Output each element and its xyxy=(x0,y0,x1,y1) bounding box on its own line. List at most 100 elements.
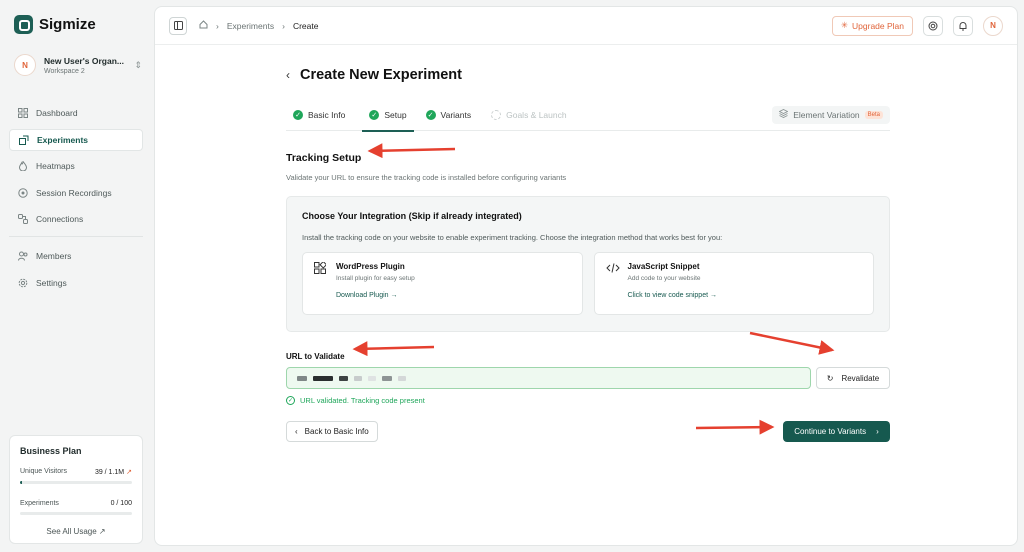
trend-up-icon: ↗ xyxy=(126,469,132,476)
check-circle-icon: ✓ xyxy=(369,109,380,120)
sidebar-item-label: Experiments xyxy=(37,134,89,145)
download-plugin-link[interactable]: Download Plugin → xyxy=(336,292,415,299)
url-input[interactable] xyxy=(286,367,811,389)
page-title: Create New Experiment xyxy=(300,67,462,83)
continue-to-variants-button[interactable]: Continue to Variants › xyxy=(783,421,890,442)
revalidate-label: Revalidate xyxy=(841,373,880,383)
card-title: WordPress Plugin xyxy=(336,262,405,271)
notifications-button[interactable] xyxy=(953,15,973,36)
experiments-usage-value: 0 / 100 xyxy=(110,500,132,507)
content: ‹ Create New Experiment ✓ Basic Info ✓ S… xyxy=(286,59,890,442)
user-avatar[interactable]: N xyxy=(983,15,1003,36)
element-variation-label: Element Variation xyxy=(793,109,860,120)
experiments-icon xyxy=(19,135,29,145)
wizard-tabs: ✓ Basic Info ✓ Setup ✓ Variants ✓ Goals … xyxy=(286,99,890,132)
see-all-usage-link[interactable]: See All Usage ↗ xyxy=(20,527,132,536)
sparkle-icon: ✳ xyxy=(840,20,849,30)
back-to-basic-info-button[interactable]: ‹ Back to Basic Info xyxy=(286,421,378,442)
sidebar-item-label: Heatmaps xyxy=(36,161,75,171)
check-circle-icon: ✓ xyxy=(425,109,436,120)
pending-circle-icon: ✓ xyxy=(491,109,502,120)
org-workspace: Workspace 2 xyxy=(44,67,85,75)
layers-icon xyxy=(778,109,789,120)
tab-label: Setup xyxy=(384,109,407,120)
gear-icon xyxy=(18,278,28,288)
tab-variants[interactable]: ✓ Variants xyxy=(419,99,479,131)
tracking-setup-title: Tracking Setup xyxy=(286,152,362,164)
sidebar-item-dashboard[interactable]: Dashboard xyxy=(9,102,143,124)
sidebar-item-label: Connections xyxy=(36,214,84,224)
sidebar-item-members[interactable]: Members xyxy=(9,245,143,267)
breadcrumb-separator: › xyxy=(282,20,285,31)
tab-goals-launch[interactable]: ✓ Goals & Launch xyxy=(484,99,573,131)
back-label: Back to Basic Info xyxy=(304,427,369,436)
breadcrumb-experiments[interactable]: Experiments xyxy=(227,21,274,31)
tab-basic-info[interactable]: ✓ Basic Info xyxy=(286,99,352,131)
code-icon xyxy=(605,262,620,305)
sidebar-item-session-recordings[interactable]: Session Recordings xyxy=(9,182,143,204)
logo-icon xyxy=(14,15,33,34)
dashboard-icon xyxy=(18,108,28,118)
sidebar-item-experiments[interactable]: Experiments xyxy=(9,128,143,151)
revalidate-button[interactable]: ↻ Revalidate xyxy=(816,367,890,389)
redacted-text xyxy=(297,375,307,381)
app-name: Sigmize xyxy=(39,16,96,33)
record-icon xyxy=(18,187,28,198)
view-code-snippet-link[interactable]: Click to view code snippet → xyxy=(628,292,717,299)
bell-icon xyxy=(959,21,967,30)
plan-usage-card: Business Plan Unique Visitors 39 / 1.1M ↗… xyxy=(9,435,143,544)
experiments-progress xyxy=(20,512,132,515)
validation-status: ✓ URL validated. Tracking code present xyxy=(286,396,425,405)
chevron-updown-icon: ⇕ xyxy=(134,59,142,70)
tab-setup[interactable]: ✓ Setup xyxy=(362,99,414,132)
redacted-text xyxy=(339,375,348,381)
lifebuoy-icon xyxy=(928,21,938,30)
javascript-snippet-card[interactable]: JavaScript Snippet Add code to your webs… xyxy=(593,252,874,315)
visitors-label: Unique Visitors xyxy=(20,468,67,475)
upgrade-label: Upgrade Plan xyxy=(852,20,904,31)
element-variation-button[interactable]: Element Variation Beta xyxy=(772,105,890,124)
card-description: Add code to your website xyxy=(627,275,701,282)
org-name: New User's Organ... xyxy=(44,55,124,66)
tab-label: Basic Info xyxy=(308,109,346,120)
breadcrumb: › Experiments › Create xyxy=(199,20,318,31)
check-circle-icon: ✓ xyxy=(293,109,303,120)
refresh-icon: ↻ xyxy=(826,373,834,383)
sidebar-toggle-icon xyxy=(173,21,183,30)
chevron-right-icon: › xyxy=(876,427,879,436)
wordpress-plugin-card[interactable]: WordPress Plugin Install plugin for easy… xyxy=(302,252,583,315)
sidebar-item-settings[interactable]: Settings xyxy=(9,272,143,294)
help-button[interactable] xyxy=(923,15,943,36)
sidebar-item-label: Dashboard xyxy=(36,108,78,118)
top-bar: › Experiments › Create ✳ Upgrade Plan N xyxy=(155,7,1017,45)
toggle-sidebar-button[interactable] xyxy=(169,16,187,35)
tab-label: Goals & Launch xyxy=(506,109,567,120)
sidebar-item-connections[interactable]: Connections xyxy=(9,208,143,230)
integration-title: Choose Your Integration (Skip if already… xyxy=(302,211,522,221)
sidebar-item-label: Members xyxy=(36,251,72,261)
redacted-text xyxy=(354,375,362,381)
redacted-text xyxy=(382,375,392,381)
back-chevron-icon[interactable]: ‹ xyxy=(286,68,290,82)
sidebar-nav: Dashboard Experiments Heatmaps Session R… xyxy=(9,102,143,298)
visitors-progress xyxy=(20,481,132,484)
beta-badge: Beta xyxy=(864,110,883,119)
org-switcher[interactable]: N New User's Organ... Workspace 2 ⇕ xyxy=(14,54,142,76)
card-description: Install plugin for easy setup xyxy=(336,275,415,282)
card-title: JavaScript Snippet xyxy=(627,262,700,271)
upgrade-plan-button[interactable]: ✳ Upgrade Plan xyxy=(831,15,913,36)
continue-label: Continue to Variants xyxy=(794,427,867,436)
sidebar: Sigmize N New User's Organ... Workspace … xyxy=(0,0,154,552)
integration-subtitle: Install the tracking code on your websit… xyxy=(302,233,723,242)
check-circle-icon: ✓ xyxy=(286,396,295,405)
app-logo[interactable]: Sigmize xyxy=(14,15,96,34)
tracking-setup-subtitle: Validate your URL to ensure the tracking… xyxy=(286,173,567,182)
redacted-text xyxy=(313,375,333,381)
redacted-text xyxy=(368,375,376,381)
users-icon xyxy=(18,251,28,261)
home-icon[interactable] xyxy=(199,20,208,31)
experiments-usage-label: Experiments xyxy=(20,500,59,507)
plan-title: Business Plan xyxy=(20,446,82,456)
sidebar-divider xyxy=(9,236,143,237)
sidebar-item-heatmaps[interactable]: Heatmaps xyxy=(9,155,143,177)
